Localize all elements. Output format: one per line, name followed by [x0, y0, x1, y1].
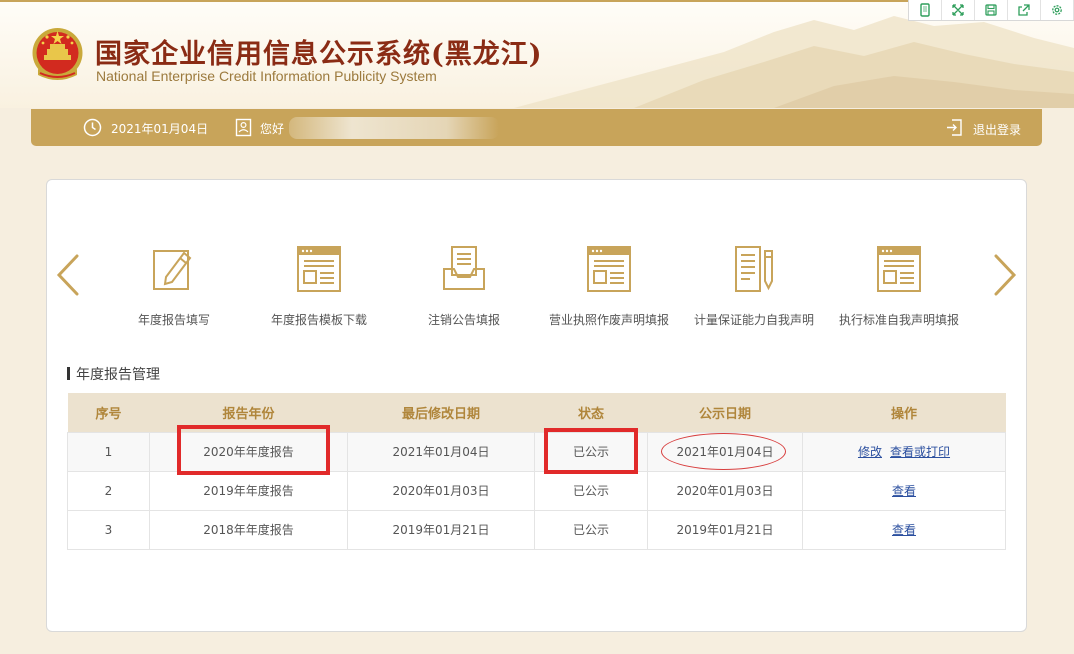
- site-title: 国家企业信用信息公示系统(黑龙江): [95, 39, 543, 70]
- template-window-icon: [297, 246, 341, 292]
- func-template-download[interactable]: 年度报告模板下载: [249, 243, 389, 328]
- cell-status: 已公示: [534, 509, 648, 550]
- func-label: 年度报告模板下载: [270, 313, 367, 327]
- func-license-void-statement[interactable]: 营业执照作废声明填报: [539, 243, 679, 328]
- cell-actions: 查看: [802, 509, 1006, 550]
- table-row: 2 2019年年度报告 2020年01月03日 已公示 2020年01月03日 …: [67, 470, 1006, 511]
- cell-modified: 2021年01月04日: [347, 431, 535, 472]
- clock-icon: [83, 118, 102, 137]
- col-header-modified: 最后修改日期: [347, 393, 535, 432]
- modify-link[interactable]: 修改: [858, 445, 882, 459]
- chevron-left-icon[interactable]: [55, 253, 81, 297]
- save-icon[interactable]: [975, 0, 1008, 20]
- logout-icon[interactable]: [945, 118, 964, 137]
- national-emblem-icon: [32, 28, 83, 80]
- template-window-icon: [587, 246, 631, 292]
- col-header-published: 公示日期: [647, 393, 803, 432]
- table-row: 3 2018年年度报告 2019年01月21日 已公示 2019年01月21日 …: [67, 509, 1006, 550]
- cell-no: 2: [67, 470, 150, 511]
- expand-icon[interactable]: [942, 0, 975, 20]
- func-label: 年度报告填写: [137, 313, 210, 327]
- site-title-english: National Enterprise Credit Information P…: [96, 68, 437, 84]
- cell-no: 1: [67, 431, 150, 472]
- cell-no: 3: [67, 509, 150, 550]
- share-icon[interactable]: [1008, 0, 1041, 20]
- func-cancellation-notice[interactable]: 注销公告填报: [394, 243, 534, 328]
- cell-modified: 2020年01月03日: [347, 470, 535, 511]
- cell-published: 2020年01月03日: [647, 470, 803, 511]
- annotation-red-oval-date: [661, 433, 786, 470]
- col-header-actions: 操作: [802, 393, 1006, 432]
- view-link[interactable]: 查看: [892, 523, 916, 537]
- annotation-red-box-year: [177, 425, 330, 475]
- func-label: 计量保证能力自我声明: [693, 313, 814, 327]
- section-title: 年度报告管理: [67, 364, 160, 384]
- chevron-right-icon[interactable]: [992, 253, 1018, 297]
- greeting-text: 您好: [260, 122, 285, 136]
- cell-published: 2019年01月21日: [647, 509, 803, 550]
- edit-form-icon: [153, 250, 192, 290]
- func-annual-report-fill[interactable]: 年度报告填写: [104, 243, 244, 328]
- cell-year: 2019年年度报告: [149, 470, 348, 511]
- section-title-text: 年度报告管理: [76, 367, 160, 383]
- view-or-print-link[interactable]: 查看或打印: [890, 445, 950, 459]
- func-label: 执行标准自我声明填报: [838, 313, 959, 327]
- user-bar: 2021年01月04日 您好 退出登录: [31, 109, 1042, 146]
- cell-actions: 修改 查看或打印: [802, 431, 1006, 472]
- redacted-username: [289, 117, 499, 139]
- func-label: 营业执照作废声明填报: [548, 313, 669, 327]
- current-date: 2021年01月04日: [111, 122, 209, 136]
- func-label: 注销公告填报: [427, 313, 500, 327]
- section-marker: [67, 367, 70, 380]
- func-standard-statement[interactable]: 执行标准自我声明填报: [829, 243, 969, 328]
- logout-button[interactable]: 退出登录: [973, 121, 1021, 138]
- func-metrology-statement[interactable]: 计量保证能力自我声明: [684, 243, 824, 328]
- screenshot-toolbar: [908, 0, 1074, 21]
- settings-icon[interactable]: [1041, 0, 1074, 20]
- inbox-document-icon: [443, 246, 485, 290]
- phone-frame-icon[interactable]: [909, 0, 942, 20]
- cell-status: 已公示: [534, 470, 648, 511]
- annotation-red-box-status: [544, 428, 638, 474]
- user-card-icon: [235, 118, 252, 137]
- template-window-icon: [877, 246, 921, 292]
- cell-modified: 2019年01月21日: [347, 509, 535, 550]
- view-link[interactable]: 查看: [892, 484, 916, 498]
- document-pen-icon: [735, 246, 773, 292]
- cell-actions: 查看: [802, 470, 1006, 511]
- col-header-no: 序号: [67, 393, 150, 432]
- cell-year: 2018年年度报告: [149, 509, 348, 550]
- col-header-status: 状态: [534, 393, 648, 432]
